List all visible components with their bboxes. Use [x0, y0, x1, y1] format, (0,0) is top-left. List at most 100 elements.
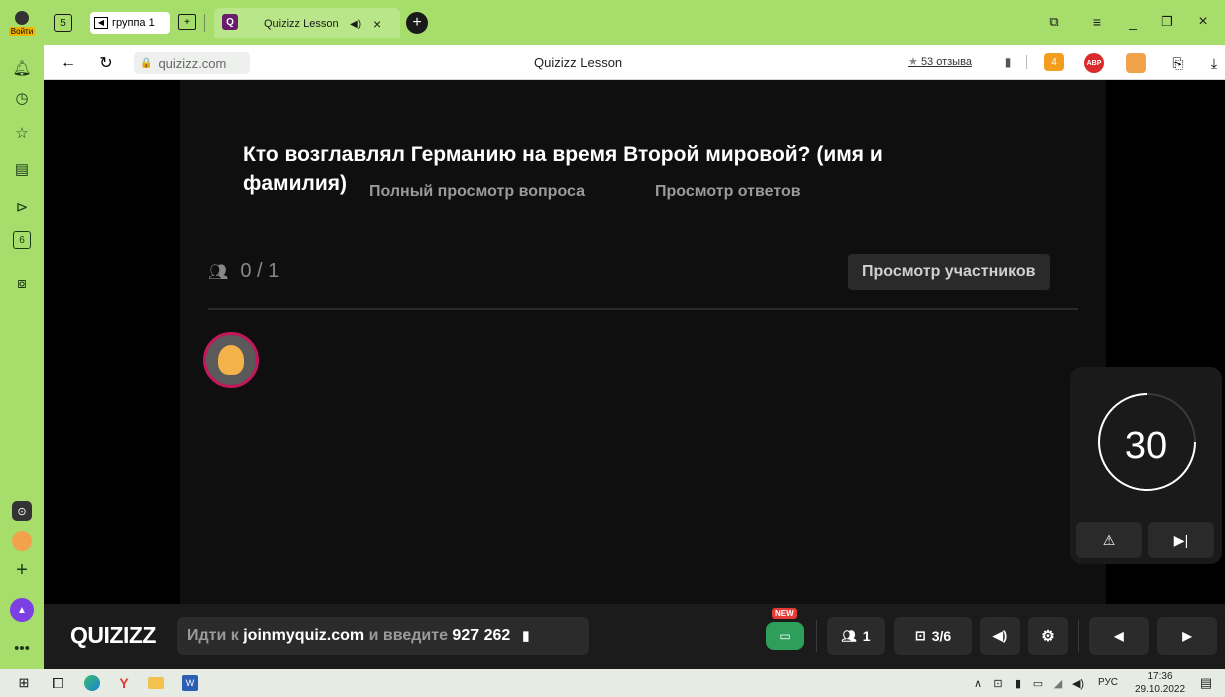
tab-group[interactable]: ◀ группа 1: [90, 12, 170, 34]
new-group-icon[interactable]: +: [178, 14, 196, 30]
battery-icon[interactable]: ▭: [1028, 673, 1048, 693]
menu-icon[interactable]: ≡: [1088, 13, 1106, 31]
extension-icon[interactable]: [1126, 53, 1146, 73]
active-tab-title: Quizizz Lesson: [264, 18, 339, 30]
star-bookmarks-icon[interactable]: ☆: [11, 122, 33, 144]
join-site: joinmyquiz.com: [243, 627, 365, 644]
app-icon-1[interactable]: ⊙: [12, 501, 32, 521]
back-icon[interactable]: ←: [58, 53, 78, 73]
reviews-label: 53 отзыва: [920, 56, 972, 68]
previous-slide-button[interactable]: ◀: [1089, 617, 1149, 655]
history-icon[interactable]: ◷: [11, 87, 33, 109]
new-badge: NEW: [772, 608, 797, 619]
language-indicator[interactable]: РУС: [1098, 677, 1118, 688]
tray-chevron-icon[interactable]: ∧: [968, 673, 988, 693]
tray-app-icon[interactable]: ⊡: [988, 673, 1008, 693]
word-icon[interactable]: W: [180, 673, 200, 693]
timer-value: 30: [1124, 425, 1168, 467]
calendar-badge: 6: [19, 234, 25, 246]
url-text: quizizz.com: [158, 55, 227, 71]
edge-icon[interactable]: [82, 673, 102, 693]
clock-time: 17:36: [1147, 671, 1173, 682]
collections-icon[interactable]: ⧉: [1045, 13, 1063, 31]
page-title: Quizizz Lesson: [534, 55, 623, 70]
address-bar: ← ↻ 🔒 quizizz.com Quizizz Lesson ★ 53 от…: [44, 45, 1225, 80]
windows-start-icon[interactable]: ⊞: [14, 673, 34, 693]
url-field[interactable]: 🔒 quizizz.com: [134, 52, 250, 74]
adblock-icon[interactable]: ABP: [1084, 53, 1104, 73]
reviews-link[interactable]: ★ 53 отзыва: [908, 55, 972, 68]
alice-icon[interactable]: ▲: [10, 598, 34, 622]
participant-avatar[interactable]: [203, 332, 259, 388]
speaker-icon[interactable]: ◀): [350, 13, 361, 35]
timer-panel: 30 ⚠ ▶|: [1070, 367, 1222, 564]
browser-sidebar: 🔔︎ ◷ ☆ ▤ ⊳ 6 ⧇ ⊙ + ▲ •••: [0, 45, 44, 669]
divider: [1026, 55, 1027, 69]
responses-counter: 👥︎ 0 / 1: [208, 260, 279, 283]
slide-counter: 3/6: [931, 628, 952, 644]
tab-answers[interactable]: Просмотр ответов: [655, 174, 801, 210]
login-label: Войти: [8, 26, 36, 36]
extension-shield-icon[interactable]: 4: [1044, 53, 1064, 71]
skip-button[interactable]: ▶|: [1148, 522, 1214, 558]
copy-icon[interactable]: ▮: [522, 628, 529, 644]
question-text: Кто возглавлял Германию на время Второй …: [243, 143, 883, 195]
players-button[interactable]: 👥︎ 1: [827, 617, 885, 655]
close-tab-icon[interactable]: ×: [373, 13, 381, 35]
clock-date: 29.10.2022: [1134, 684, 1186, 695]
more-icon[interactable]: •••: [11, 637, 33, 659]
app-icon-2[interactable]: [12, 531, 32, 551]
next-slide-button[interactable]: ▶: [1157, 617, 1217, 655]
calendar-icon[interactable]: 6: [13, 231, 31, 249]
players-icon: 👥︎: [841, 629, 857, 643]
screen-share-button[interactable]: ▭: [766, 622, 804, 650]
bookmark-icon[interactable]: ▮: [1000, 54, 1016, 70]
file-explorer-icon[interactable]: [146, 673, 166, 693]
audio-icon: ◀: [94, 17, 108, 29]
minimize-icon[interactable]: _: [1124, 13, 1142, 31]
notes-icon[interactable]: ▤: [11, 158, 33, 180]
star-icon: ★: [908, 56, 918, 68]
yandex-browser-icon[interactable]: Y: [114, 673, 134, 693]
notifications-icon[interactable]: ▤: [1196, 673, 1216, 693]
reload-icon[interactable]: ↻: [96, 53, 116, 73]
mute-timer-button[interactable]: ⚠: [1076, 522, 1142, 558]
players-count: 1: [862, 628, 871, 644]
settings-button[interactable]: ⚙: [1028, 617, 1068, 655]
user-icon: [15, 10, 29, 25]
play-icon[interactable]: ⊳: [11, 196, 33, 218]
footer-divider-2: [1078, 620, 1079, 652]
browser-tab-bar: Войти 5 ◀ группа 1 + Q Quizizz Lesson ◀)…: [0, 0, 1225, 45]
tab-full-question[interactable]: Полный просмотр вопроса: [369, 174, 585, 210]
restore-icon[interactable]: ❐: [1158, 13, 1176, 31]
volume-button[interactable]: ◀): [980, 617, 1020, 655]
slides-button[interactable]: ⊡ 3/6: [894, 617, 972, 655]
new-tab-button[interactable]: +: [406, 12, 428, 34]
join-middle: и введите: [368, 627, 448, 644]
wifi-icon[interactable]: ◢: [1048, 673, 1068, 693]
downloads-panel-icon[interactable]: ⎘: [1168, 53, 1188, 73]
join-code: 927 262: [452, 627, 511, 644]
presentation-icon: ⊡: [914, 628, 926, 643]
bell-icon[interactable]: 🔔︎: [11, 57, 33, 79]
quizizz-favicon: Q: [222, 14, 238, 30]
lock-icon: 🔒: [140, 57, 153, 69]
tab-group-label: группа 1: [112, 17, 155, 29]
lightbulb-icon: [218, 345, 244, 375]
volume-tray-icon[interactable]: ◀): [1068, 673, 1088, 693]
download-icon[interactable]: ⤓: [1204, 53, 1224, 73]
tab-participants[interactable]: Просмотр участников: [848, 254, 1050, 290]
add-app-icon[interactable]: +: [11, 559, 33, 581]
close-window-icon[interactable]: ×: [1194, 13, 1212, 31]
task-view-icon[interactable]: ⧠: [48, 673, 68, 693]
tabs-count-icon[interactable]: 5: [54, 14, 72, 32]
clock[interactable]: 17:36 29.10.2022: [1134, 670, 1186, 696]
tray-mic-icon[interactable]: ▮: [1008, 673, 1028, 693]
users-icon: 👥︎: [208, 263, 229, 281]
join-info[interactable]: Идти к joinmyquiz.com и введите 927 262 …: [177, 617, 589, 655]
footer-divider: [816, 620, 817, 652]
quizizz-footer: QUIZIZZ Идти к joinmyquiz.com и введите …: [44, 604, 1225, 669]
responses-count: 0 / 1: [240, 260, 280, 282]
login-button[interactable]: Войти: [8, 6, 36, 40]
screenshot-icon[interactable]: ⧇: [11, 272, 33, 294]
